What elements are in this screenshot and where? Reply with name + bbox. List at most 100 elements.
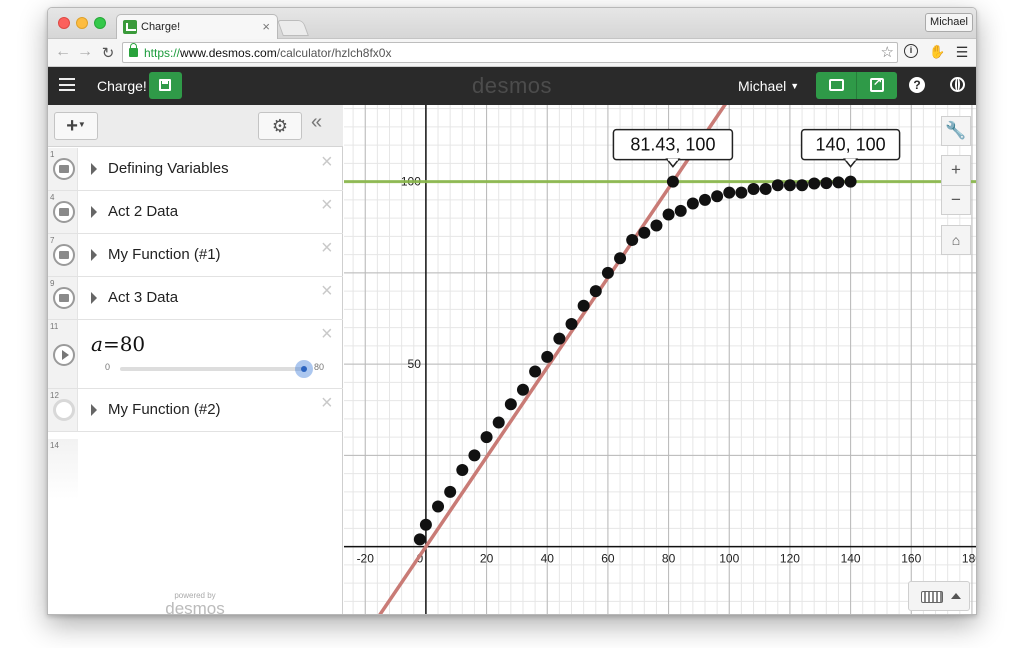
folder-icon[interactable]	[53, 201, 75, 223]
add-item-button[interactable]: +▼	[54, 112, 98, 140]
expression-folder-act2-data[interactable]: 4 Act 2 Data ×	[48, 191, 343, 234]
address-bar[interactable]: https://www.desmos.com/calculator/hzlch8…	[122, 42, 898, 63]
print-icon[interactable]	[829, 79, 844, 91]
zoom-window-button[interactable]	[94, 17, 106, 29]
delete-icon[interactable]: ×	[321, 392, 333, 415]
data-point	[480, 431, 493, 444]
data-point	[541, 350, 554, 363]
data-point	[589, 285, 602, 298]
tab-close-icon[interactable]: ×	[262, 19, 270, 34]
data-point	[820, 177, 833, 190]
data-point	[759, 182, 772, 195]
folder-label: Act 2 Data	[108, 203, 179, 220]
expand-triangle-icon[interactable]	[91, 206, 97, 218]
browser-toolbar: ← → ↻ https://www.desmos.com/calculator/…	[48, 39, 976, 67]
x-tick-label: 120	[780, 552, 800, 566]
empty-expression[interactable]: 14	[48, 439, 78, 499]
slider-max[interactable]: 80	[314, 362, 324, 372]
close-window-button[interactable]	[58, 17, 70, 29]
expression-folder-my-function-2[interactable]: 12 My Function (#2) ×	[48, 389, 343, 432]
point-label: 81.43, 100	[630, 135, 715, 155]
gear-icon[interactable]: ⚙	[258, 112, 302, 140]
data-point	[666, 175, 679, 188]
expression-folder-act3-data[interactable]: 9 Act 3 Data ×	[48, 277, 343, 320]
desmos-header: Charge! desmos Michael▼ ?	[48, 67, 976, 105]
share-icon[interactable]	[870, 75, 884, 92]
data-point	[698, 193, 711, 206]
back-arrow-icon[interactable]: ←	[54, 43, 72, 61]
chevron-up-icon	[951, 593, 961, 599]
slider-min[interactable]: 0	[105, 362, 110, 372]
hamburger-menu-icon[interactable]	[59, 78, 75, 91]
delete-icon[interactable]: ×	[321, 237, 333, 260]
bookmark-star-icon[interactable]: ☆	[881, 43, 894, 61]
browser-tab[interactable]: Charge! ×	[116, 14, 278, 40]
minimize-window-button[interactable]	[76, 17, 88, 29]
data-point	[662, 208, 675, 221]
slider-track[interactable]	[120, 367, 304, 371]
data-point	[747, 182, 760, 195]
data-point	[516, 383, 529, 396]
data-point	[614, 252, 627, 265]
extension-icon[interactable]: ✋	[929, 44, 945, 60]
data-point	[796, 179, 809, 192]
data-point	[529, 365, 542, 378]
folder-icon[interactable]	[53, 287, 75, 309]
new-tab-button[interactable]	[277, 20, 309, 36]
data-point	[735, 186, 748, 199]
folder-label: My Function (#1)	[108, 246, 221, 263]
delete-icon[interactable]: ×	[321, 151, 333, 174]
x-tick-label: 60	[601, 552, 615, 566]
expand-triangle-icon[interactable]	[91, 249, 97, 261]
slider-thumb[interactable]	[295, 360, 313, 378]
data-point	[432, 500, 445, 513]
desmos-footer-logo[interactable]: desmos	[160, 599, 230, 614]
header-action-group	[816, 72, 897, 99]
browser-menu-icon[interactable]: ☰	[954, 44, 970, 61]
graph-canvas[interactable]: -200204060801001201401601805010081.43, 1…	[344, 105, 977, 615]
language-globe-icon[interactable]	[950, 77, 965, 92]
home-icon[interactable]: ⌂	[941, 225, 971, 255]
delete-icon[interactable]: ×	[321, 194, 333, 217]
expression-slider-a[interactable]: 11 a=80 0 80 ×	[48, 320, 343, 389]
profile-button[interactable]: Michael	[925, 13, 973, 32]
lock-icon	[129, 43, 138, 57]
delete-icon[interactable]: ×	[321, 323, 333, 346]
forward-arrow-icon[interactable]: →	[76, 43, 94, 61]
expression-folder-my-function-1[interactable]: 7 My Function (#1) ×	[48, 234, 343, 277]
page-info-icon[interactable]: i	[904, 44, 918, 58]
expand-triangle-icon[interactable]	[91, 292, 97, 304]
save-button[interactable]	[149, 72, 182, 99]
folder-label: Act 3 Data	[108, 289, 179, 306]
expand-triangle-icon[interactable]	[91, 163, 97, 175]
collapse-panel-icon[interactable]: «	[311, 111, 322, 134]
x-tick-label: 180	[962, 552, 977, 566]
tab-strip: Charge! × Michael	[48, 8, 976, 40]
data-point	[844, 175, 857, 188]
graph-title[interactable]: Charge!	[97, 78, 147, 94]
keyboard-toggle-button[interactable]	[908, 581, 970, 611]
zoom-out-button[interactable]: −	[941, 185, 971, 215]
reload-icon[interactable]: ↻	[99, 44, 117, 62]
zoom-in-button[interactable]: +	[941, 155, 971, 185]
wrench-icon[interactable]: 🔧	[941, 116, 971, 146]
tab-title: Charge!	[141, 21, 181, 33]
expression-folder-defining-variables[interactable]: 1 Defining Variables ×	[48, 148, 343, 191]
slider-expression[interactable]: a=80	[91, 332, 145, 356]
hidden-folder-icon[interactable]	[53, 399, 75, 421]
x-tick-label: -20	[357, 552, 375, 566]
folder-icon[interactable]	[53, 244, 75, 266]
delete-icon[interactable]: ×	[321, 280, 333, 303]
data-point	[674, 204, 687, 217]
graph-paper[interactable]: -200204060801001201401601805010081.43, 1…	[344, 105, 977, 615]
browser-window: Charge! × Michael ← → ↻ https://www.desm…	[47, 7, 977, 615]
play-icon[interactable]	[53, 344, 75, 366]
folder-label: Defining Variables	[108, 160, 229, 177]
data-point	[783, 179, 796, 192]
help-icon[interactable]: ?	[909, 77, 925, 93]
data-point	[711, 190, 724, 203]
user-menu[interactable]: Michael ▼	[738, 78, 799, 94]
folder-icon[interactable]	[53, 158, 75, 180]
expand-triangle-icon[interactable]	[91, 404, 97, 416]
desmos-favicon-icon	[123, 20, 137, 34]
